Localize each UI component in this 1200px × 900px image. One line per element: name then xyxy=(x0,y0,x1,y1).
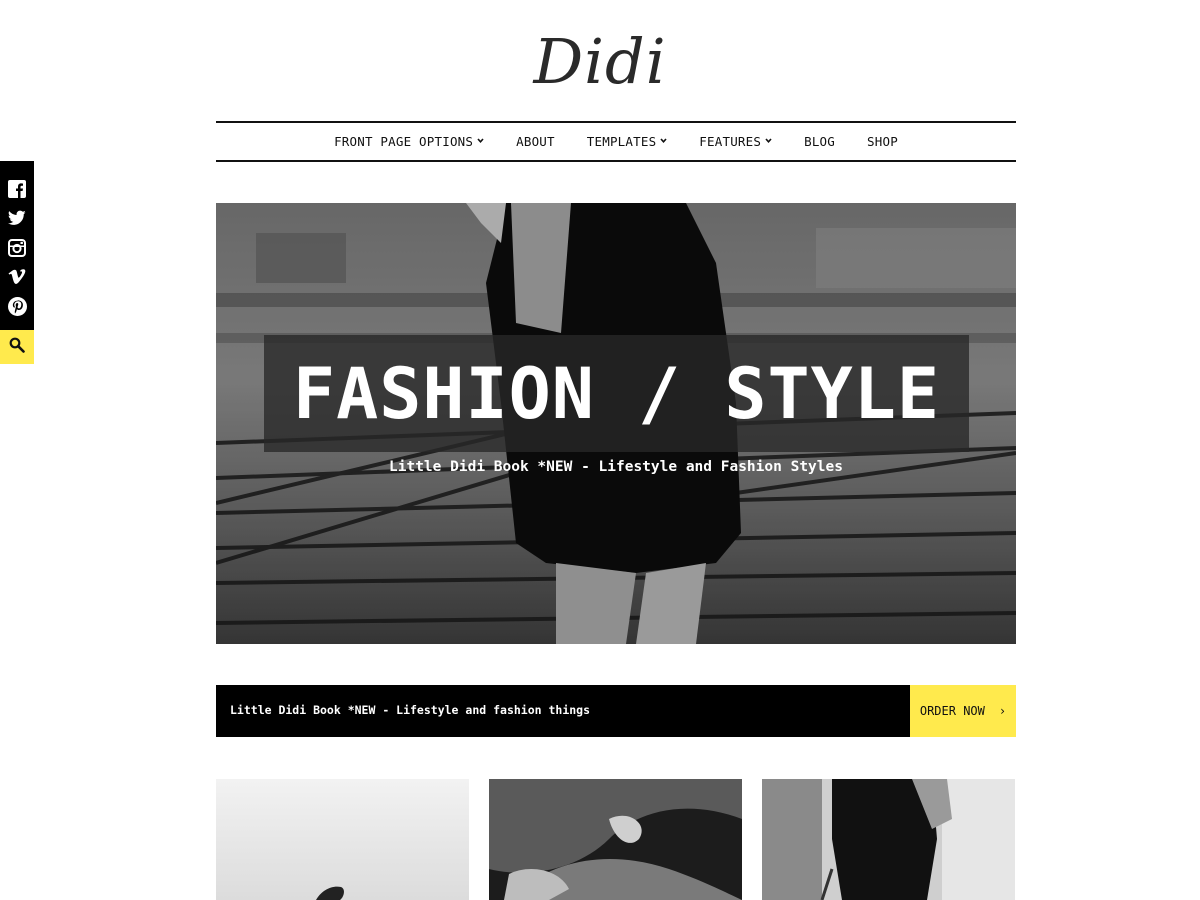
nav-item-label: SHOP xyxy=(867,134,898,149)
instagram-icon[interactable] xyxy=(6,237,28,259)
order-now-label: ORDER NOW xyxy=(919,704,985,718)
chevron-down-icon xyxy=(765,137,772,144)
post-thumbnail-1[interactable] xyxy=(216,779,469,900)
twitter-icon[interactable] xyxy=(6,207,28,229)
facebook-icon[interactable] xyxy=(6,178,28,200)
social-sidebar xyxy=(0,161,34,364)
nav-item-front-page-options[interactable]: FRONT PAGE OPTIONS xyxy=(318,134,500,149)
nav-item-label: ABOUT xyxy=(516,134,555,149)
nav-item-about[interactable]: ABOUT xyxy=(500,134,571,149)
hero-title: FASHION / STYLE xyxy=(292,352,941,435)
nav-item-blog[interactable]: BLOG xyxy=(788,134,851,149)
nav-item-shop[interactable]: SHOP xyxy=(851,134,914,149)
site-logo[interactable]: Didi xyxy=(0,22,1200,102)
search-icon xyxy=(9,337,25,357)
post-thumbnail-3[interactable] xyxy=(762,779,1015,900)
promo-bar: Little Didi Book *NEW - Lifestyle and fa… xyxy=(216,685,1016,737)
main-nav: FRONT PAGE OPTIONS ABOUT TEMPLATES FEATU… xyxy=(216,121,1016,162)
chevron-down-icon xyxy=(477,137,484,144)
nav-item-templates[interactable]: TEMPLATES xyxy=(571,134,684,149)
chevron-right-icon: › xyxy=(998,704,1007,718)
nav-item-label: FEATURES xyxy=(699,134,762,149)
nav-item-label: BLOG xyxy=(804,134,836,149)
hero-subtitle: Little Didi Book *NEW - Lifestyle and Fa… xyxy=(389,459,843,475)
post-image-2 xyxy=(489,779,742,900)
nav-item-label: TEMPLATES xyxy=(586,134,657,149)
promo-text: Little Didi Book *NEW - Lifestyle and fa… xyxy=(230,703,591,717)
vimeo-icon[interactable] xyxy=(6,266,28,288)
post-thumbnail-2[interactable] xyxy=(489,779,742,900)
post-image-3 xyxy=(762,779,1015,900)
hero-banner[interactable]: FASHION / STYLE Little Didi Book *NEW - … xyxy=(216,203,1016,644)
chevron-down-icon xyxy=(660,137,667,144)
search-button[interactable] xyxy=(0,330,34,364)
post-image-1 xyxy=(216,779,469,900)
nav-item-features[interactable]: FEATURES xyxy=(683,134,788,149)
nav-item-label: FRONT PAGE OPTIONS xyxy=(334,134,474,149)
hero-title-box: FASHION / STYLE xyxy=(264,335,969,452)
order-now-button[interactable]: ORDER NOW › xyxy=(910,685,1016,737)
pinterest-icon[interactable] xyxy=(6,295,28,317)
